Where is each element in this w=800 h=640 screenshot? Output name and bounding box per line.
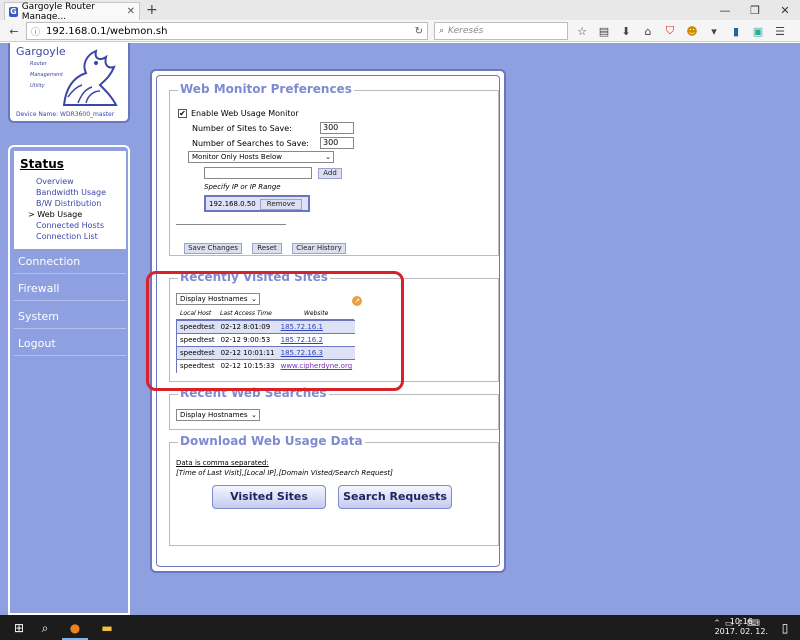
chevron-down-icon: ⌄ <box>325 153 331 161</box>
download-note: Data is comma separated: <box>176 459 269 467</box>
menu-item-connected-hosts[interactable]: Connected Hosts <box>36 221 104 230</box>
browser-tab[interactable]: G Gargoyle Router Manage... ✕ <box>4 1 140 22</box>
info-icon[interactable]: ⓘ <box>31 25 40 38</box>
searches-to-save-label: Number of Searches to Save: <box>192 139 309 148</box>
menu-item-bandwidth-usage[interactable]: Bandwidth Usage <box>36 188 106 197</box>
add-ip-button[interactable]: Add <box>318 168 342 179</box>
close-icon[interactable]: ✕ <box>127 6 135 17</box>
menu-item-logout[interactable]: Logout <box>18 337 56 350</box>
taskbar: ⊞ ⌕ ● ▬ ⌃ ▭ ♪ ⌨ 10:16 2017. 02. 12. ▯ <box>0 615 800 640</box>
clock-date: 2017. 02. 12. <box>714 627 768 636</box>
plus-icon[interactable]: + <box>146 2 158 18</box>
status-section: Status Overview Bandwidth Usage B/W Dist… <box>14 151 126 249</box>
enable-monitor-label: Enable Web Usage Monitor <box>191 109 299 118</box>
brand-sub-3: Utility <box>30 83 45 89</box>
toolbar-icons: ☆ ▤ ⬇ ⌂ ⛉ ☻ ▾ ▮ ▣ ☰ <box>574 23 788 39</box>
clock[interactable]: 10:16 2017. 02. 12. <box>715 617 768 637</box>
ip-range-input[interactable] <box>204 167 312 179</box>
tab-title: Gargoyle Router Manage... <box>21 1 96 22</box>
status-heading[interactable]: Status <box>20 157 64 171</box>
divider <box>176 224 286 225</box>
sites-to-save-label: Number of Sites to Save: <box>192 124 292 133</box>
search-placeholder: Keresés <box>448 26 484 36</box>
brand-sub-1: Router <box>30 61 47 67</box>
menu-item-connection[interactable]: Connection <box>18 255 80 268</box>
menu-item-web-usage[interactable]: > Web Usage <box>28 210 82 219</box>
visited-sites-button[interactable]: Visited Sites <box>212 485 326 509</box>
ip-range-hint: Specify IP or IP Range <box>204 183 281 191</box>
sites-to-save-input[interactable]: 300 <box>320 122 354 134</box>
menu-divider <box>14 355 126 356</box>
menu-divider <box>14 273 126 274</box>
ip-list: 192.168.0.50 Remove <box>204 195 310 212</box>
reading-list-icon[interactable]: ▤ <box>596 23 612 39</box>
home-icon[interactable]: ⌂ <box>640 23 656 39</box>
save-changes-button[interactable]: Save Changes <box>184 243 242 254</box>
clock-time: 10:16 <box>729 617 753 626</box>
device-name: Device Name: WDR3600_master <box>16 111 115 118</box>
search-input[interactable]: ⌕ Keresés <box>434 22 568 40</box>
page-background: Gargoyle Router Management Utility Devic… <box>0 43 800 615</box>
menu-item-overview[interactable]: Overview <box>36 177 74 186</box>
prefs-title: Web Monitor Preferences <box>178 82 354 96</box>
back-arrow-icon[interactable]: ← <box>6 23 22 39</box>
url-bar[interactable]: ⓘ 192.168.0.1/webmon.sh ↻ <box>26 22 428 40</box>
menu-icon[interactable]: ☰ <box>772 23 788 39</box>
menu-item-firewall[interactable]: Firewall <box>18 282 59 295</box>
extension-icon-2[interactable]: ▮ <box>728 23 744 39</box>
web-monitor-preferences: Web Monitor Preferences ✔ Enable Web Usa… <box>169 82 499 256</box>
search-icon[interactable]: ⌕ <box>36 619 54 637</box>
download-title: Download Web Usage Data <box>178 434 365 448</box>
navigation-bar: ← ⓘ 192.168.0.1/webmon.sh ↻ ⌕ Keresés ☆ … <box>0 20 800 42</box>
chevron-down-icon: ⌄ <box>251 411 257 419</box>
star-icon[interactable]: ☆ <box>574 23 590 39</box>
searches-to-save-input[interactable]: 300 <box>320 137 354 149</box>
remove-ip-button[interactable]: Remove <box>260 199 302 210</box>
window-controls: — ❐ ✕ <box>710 0 800 20</box>
tab-bar: G Gargoyle Router Manage... ✕ + — ❐ ✕ <box>0 0 800 22</box>
gargoyle-logo-icon <box>62 49 118 106</box>
reset-button[interactable]: Reset <box>252 243 282 254</box>
restore-icon[interactable]: ❐ <box>740 0 770 20</box>
search-requests-button[interactable]: Search Requests <box>338 485 452 509</box>
menu-item-system[interactable]: System <box>18 310 59 323</box>
ip-entry: 192.168.0.50 <box>209 200 256 208</box>
url-text: 192.168.0.1/webmon.sh <box>46 25 168 37</box>
main-menu: Status Overview Bandwidth Usage B/W Dist… <box>8 145 130 615</box>
monitor-mode-value: Monitor Only Hosts Below <box>192 153 282 161</box>
window-close-icon[interactable]: ✕ <box>770 0 800 20</box>
menu-item-bw-distribution[interactable]: B/W Distribution <box>36 199 101 208</box>
menu-item-connection-list[interactable]: Connection List <box>36 232 98 241</box>
minimize-icon[interactable]: — <box>710 0 740 20</box>
windows-start-icon[interactable]: ⊞ <box>10 619 28 637</box>
ublock-icon[interactable]: ⛉ <box>662 23 678 39</box>
search-display-value: Display Hostnames <box>180 411 248 419</box>
enable-monitor-checkbox[interactable]: ✔ <box>178 109 187 118</box>
download-web-usage-data: Download Web Usage Data Data is comma se… <box>169 434 499 546</box>
download-format: [Time of Last Visit],[Local IP],[Domain … <box>176 469 393 477</box>
menu-divider <box>14 300 126 301</box>
menu-divider <box>14 328 126 329</box>
extension-icon-3[interactable]: ▣ <box>750 23 766 39</box>
gargoyle-favicon-icon: G <box>9 6 18 17</box>
logo-box: Gargoyle Router Management Utility Devic… <box>8 43 130 123</box>
monitor-mode-select[interactable]: Monitor Only Hosts Below ⌄ <box>188 151 334 163</box>
reload-icon[interactable]: ↻ <box>415 26 423 37</box>
firefox-icon[interactable]: ● <box>66 619 84 637</box>
highlight-annotation <box>146 271 404 391</box>
file-explorer-icon[interactable]: ▬ <box>98 619 116 637</box>
sidebar: Gargoyle Router Management Utility Devic… <box>8 43 130 615</box>
download-icon[interactable]: ⬇ <box>618 23 634 39</box>
chevron-down-icon[interactable]: ▾ <box>706 23 722 39</box>
extension-icon[interactable]: ☻ <box>684 23 700 39</box>
search-display-select[interactable]: Display Hostnames ⌄ <box>176 409 260 421</box>
recent-web-searches: Recent Web Searches Display Hostnames ⌄ <box>169 386 499 430</box>
clear-history-button[interactable]: Clear History <box>292 243 346 254</box>
search-icon: ⌕ <box>439 26 445 36</box>
notifications-icon[interactable]: ▯ <box>776 619 794 637</box>
